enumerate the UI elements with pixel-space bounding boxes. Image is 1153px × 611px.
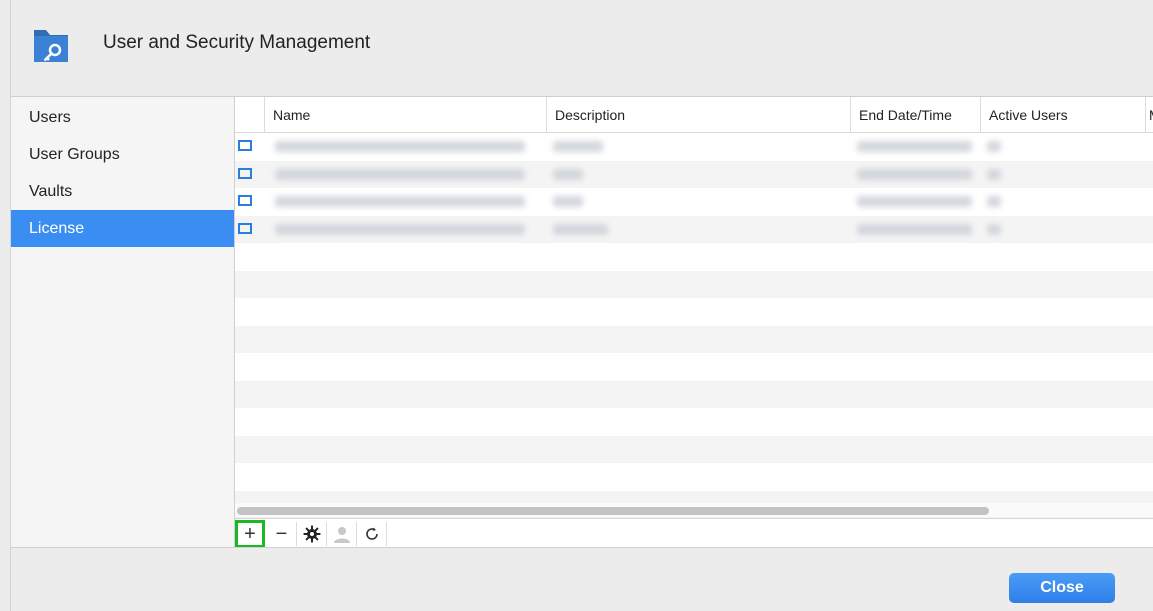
- table-row[interactable]: [235, 215, 1153, 243]
- redacted-active-users: [987, 141, 1001, 152]
- table-toolbar: + −: [235, 518, 1153, 547]
- license-icon: [238, 222, 252, 234]
- redacted-name: [275, 223, 525, 235]
- window-footer: Close: [11, 547, 1153, 611]
- column-header-end-date-time[interactable]: End Date/Time: [850, 97, 980, 133]
- settings-button[interactable]: [297, 522, 327, 546]
- empty-row: [235, 380, 1153, 408]
- table-row[interactable]: [235, 160, 1153, 188]
- redacted-description: [553, 141, 603, 152]
- redacted-end-date: [857, 168, 972, 180]
- redacted-name: [275, 168, 525, 180]
- add-button[interactable]: +: [235, 520, 265, 547]
- redacted-active-users: [987, 223, 1001, 235]
- window-title: User and Security Management: [103, 32, 371, 53]
- table-row[interactable]: [235, 133, 1153, 161]
- horizontal-scrollbar[interactable]: [235, 503, 1153, 517]
- empty-row: [235, 435, 1153, 463]
- empty-row: [235, 408, 1153, 436]
- column-header-active-users[interactable]: Active Users: [980, 97, 1145, 133]
- redacted-end-date: [857, 141, 972, 152]
- refresh-icon: [365, 527, 378, 540]
- table-row[interactable]: [235, 188, 1153, 216]
- empty-row: [235, 298, 1153, 326]
- redacted-description: [553, 196, 583, 207]
- close-button[interactable]: Close: [1009, 573, 1115, 603]
- redacted-description: [553, 168, 583, 180]
- license-icon: [238, 195, 252, 206]
- gear-icon: [303, 525, 320, 543]
- redacted-active-users: [987, 168, 1001, 180]
- sidebar-item-license[interactable]: License: [11, 210, 234, 247]
- redacted-name: [275, 196, 525, 207]
- empty-row: [235, 243, 1153, 271]
- user-icon: [333, 527, 350, 543]
- remove-button[interactable]: −: [267, 522, 297, 546]
- window-header: User and Security Management: [11, 0, 1153, 96]
- column-header-description[interactable]: Description: [546, 97, 850, 133]
- table-header: Name Description End Date/Time Active Us…: [235, 97, 1153, 133]
- redacted-description: [553, 223, 608, 235]
- user-button[interactable]: [327, 522, 357, 546]
- folder-key-icon: [34, 30, 68, 62]
- redacted-active-users: [987, 196, 1001, 207]
- refresh-button[interactable]: [357, 522, 387, 546]
- empty-row: [235, 463, 1153, 491]
- redacted-name: [275, 141, 525, 152]
- license-table-panel: Name Description End Date/Time Active Us…: [235, 96, 1153, 547]
- user-security-window: User and Security Management Users User …: [10, 0, 1153, 611]
- empty-row: [235, 270, 1153, 298]
- redacted-end-date: [857, 196, 972, 207]
- license-icon: [238, 167, 252, 179]
- table-rows: [235, 133, 1153, 518]
- sidebar-item-users[interactable]: Users: [11, 99, 234, 136]
- column-header-truncated[interactable]: M: [1145, 97, 1153, 133]
- redacted-end-date: [857, 223, 972, 235]
- scrollbar-thumb[interactable]: [237, 507, 989, 515]
- column-header-name[interactable]: Name: [264, 97, 546, 133]
- sidebar-item-user-groups[interactable]: User Groups: [11, 136, 234, 173]
- sidebar: Users User Groups Vaults License: [11, 96, 235, 547]
- empty-row: [235, 353, 1153, 381]
- sidebar-item-vaults[interactable]: Vaults: [11, 173, 234, 210]
- license-icon: [238, 140, 252, 151]
- empty-row: [235, 325, 1153, 353]
